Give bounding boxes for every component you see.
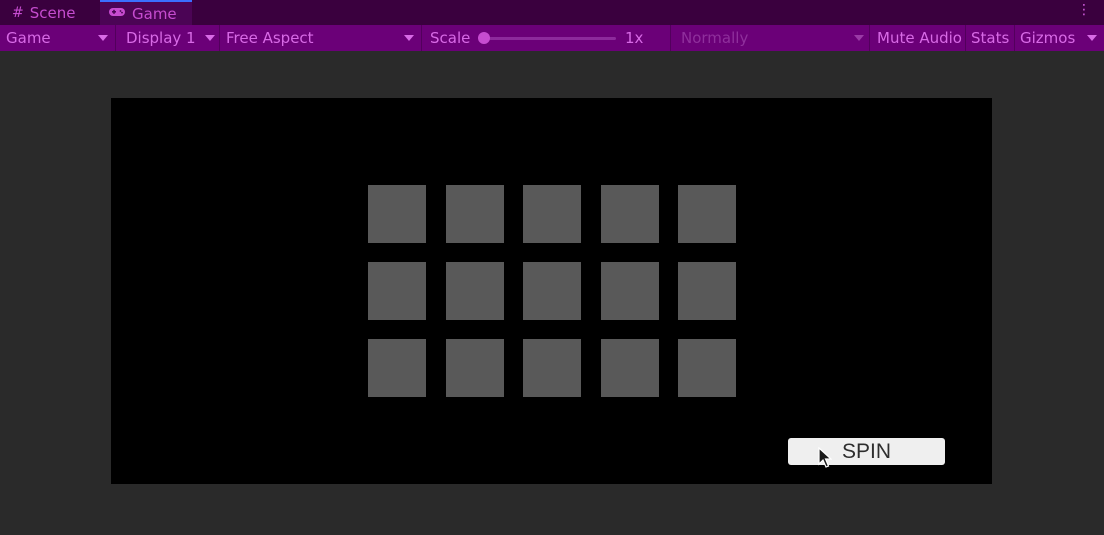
slot-cell [601, 185, 659, 243]
view-select-label: Game [6, 29, 51, 47]
mute-audio-label: Mute Audio [877, 29, 962, 47]
divider [965, 25, 966, 51]
scale-label-text: Scale [430, 29, 471, 47]
mouse-cursor-icon [818, 447, 832, 468]
scale-value: 1x [625, 25, 643, 51]
stats-button[interactable]: Stats [971, 25, 1009, 51]
slot-cell [678, 262, 736, 320]
scale-slider-track[interactable] [484, 37, 616, 40]
editor-tab-bar: # Scene Game ⋮ [0, 0, 1104, 25]
aspect-select[interactable]: Free Aspect [226, 25, 314, 51]
stats-label: Stats [971, 29, 1010, 47]
tab-game-label: Game [132, 4, 177, 23]
view-select[interactable]: Game [6, 25, 51, 51]
scale-value-text: 1x [625, 29, 644, 47]
slot-cell [446, 339, 504, 397]
mute-audio-button[interactable]: Mute Audio [877, 25, 962, 51]
slot-cell [523, 262, 581, 320]
divider [1014, 25, 1015, 51]
chevron-down-icon[interactable] [1087, 35, 1097, 41]
slot-cell [678, 185, 736, 243]
divider [670, 25, 671, 51]
divider [869, 25, 870, 51]
divider [421, 25, 422, 51]
slot-cell [523, 185, 581, 243]
tab-game[interactable]: Game [100, 0, 192, 25]
game-viewport[interactable]: SPIN [111, 98, 992, 484]
chevron-down-icon [854, 35, 864, 41]
slot-cell [446, 262, 504, 320]
display-select-label: Display 1 [126, 29, 196, 47]
scale-slider-thumb[interactable] [478, 32, 490, 44]
gizmos-label: Gizmos [1020, 29, 1076, 47]
tab-scene-label: Scene [29, 3, 76, 22]
more-options-icon[interactable]: ⋮ [1077, 3, 1091, 17]
divider [219, 25, 220, 51]
spin-button-label: SPIN [841, 439, 891, 463]
tab-scene[interactable]: # Scene [12, 0, 75, 25]
slot-cell [368, 185, 426, 243]
slot-cell [523, 339, 581, 397]
aspect-select-label: Free Aspect [226, 29, 314, 47]
gizmos-button[interactable]: Gizmos [1020, 25, 1075, 51]
display-select[interactable]: Display 1 [126, 25, 196, 51]
slot-cell [446, 185, 504, 243]
slot-cell [678, 339, 736, 397]
chevron-down-icon [404, 35, 414, 41]
chevron-down-icon [205, 35, 215, 41]
gamepad-icon [108, 6, 126, 21]
chevron-down-icon [98, 35, 108, 41]
scale-label: Scale [430, 25, 470, 51]
slot-cell [601, 339, 659, 397]
play-mode-select-label: Normally [681, 29, 749, 47]
slot-cell [601, 262, 659, 320]
spin-button[interactable]: SPIN [788, 438, 945, 465]
slot-cell [368, 262, 426, 320]
divider [115, 25, 116, 51]
slot-cell [368, 339, 426, 397]
grid-icon: # [12, 4, 24, 21]
play-mode-select[interactable]: Normally [681, 25, 748, 51]
